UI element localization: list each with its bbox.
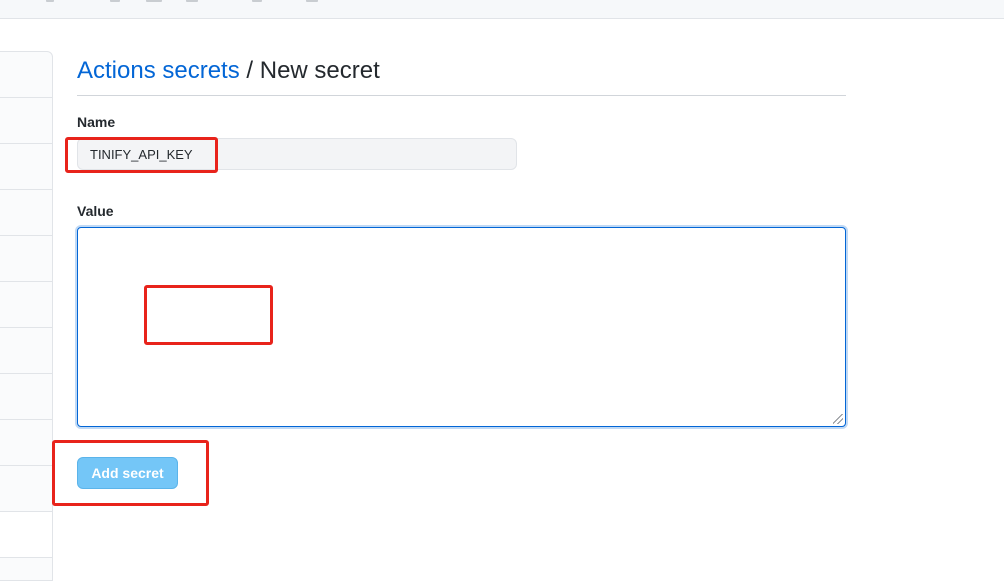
sidebar-item[interactable] <box>0 374 52 420</box>
sidebar-item[interactable] <box>0 190 52 236</box>
name-label: Name <box>77 114 116 130</box>
annotation-box-button <box>52 440 209 506</box>
settings-sidebar <box>0 51 53 581</box>
annotation-box-name <box>65 137 218 173</box>
annotation-box-value <box>144 285 273 345</box>
sidebar-item[interactable] <box>0 420 52 466</box>
topbar-icon-fragment <box>46 0 54 2</box>
sidebar-item[interactable] <box>0 282 52 328</box>
sidebar-item[interactable] <box>0 52 52 98</box>
breadcrumb-actions-secrets-link[interactable]: Actions secrets <box>77 57 240 84</box>
resize-handle-icon[interactable] <box>833 414 843 424</box>
sidebar-item[interactable] <box>0 328 52 374</box>
sidebar-item-active[interactable] <box>0 512 52 558</box>
topbar-text-fragment <box>110 0 120 2</box>
topbar-text-fragment <box>186 0 198 2</box>
topbar-icon-fragment <box>252 0 262 2</box>
sidebar-item[interactable] <box>0 144 52 190</box>
sidebar-item[interactable] <box>0 98 52 144</box>
breadcrumb-current: New secret <box>259 57 380 84</box>
breadcrumb-separator: / <box>239 57 260 84</box>
topbar-text-fragment <box>306 0 318 2</box>
page-title: Actions secrets / New secret <box>77 57 846 96</box>
topbar-icon-fragment <box>146 0 162 2</box>
sidebar-item[interactable] <box>0 236 52 282</box>
sidebar-item[interactable] <box>0 466 52 512</box>
value-label: Value <box>77 203 114 219</box>
top-navigation-bar <box>0 0 1004 19</box>
